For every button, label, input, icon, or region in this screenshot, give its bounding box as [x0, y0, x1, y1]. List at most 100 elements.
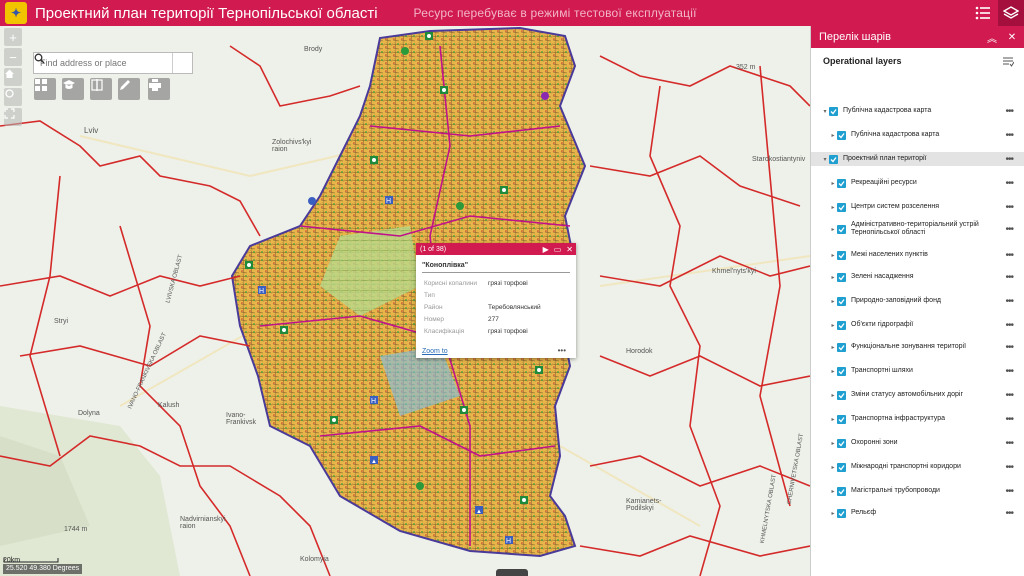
search-button[interactable] — [34, 53, 192, 73]
layer-row[interactable]: ▸ Міжнародні транспортні коридори ••• — [811, 460, 1024, 474]
layer-options-button[interactable]: ••• — [1005, 178, 1013, 189]
layer-row[interactable]: ▸ Природно-заповідний фонд ••• — [811, 294, 1024, 308]
layer-checkbox[interactable] — [829, 106, 838, 116]
caret-right-icon[interactable]: ▸ — [829, 488, 837, 495]
collapse-panel-button[interactable]: ︽ — [984, 26, 1000, 48]
layer-checkbox[interactable] — [837, 320, 846, 330]
layer-options-button[interactable]: ••• — [1005, 508, 1013, 519]
caret-right-icon[interactable]: ▸ — [829, 180, 837, 187]
layer-row[interactable]: ▸ Функціональне зонування території ••• — [811, 340, 1024, 354]
layer-options-button[interactable]: ••• — [1005, 296, 1013, 307]
layer-options-button[interactable]: ••• — [1005, 486, 1013, 497]
layer-row[interactable]: ▸ Зміни статусу автомобільних доріг ••• — [811, 388, 1024, 402]
search-input[interactable] — [34, 58, 172, 68]
locate-button[interactable] — [4, 88, 22, 106]
layer-row[interactable]: ▾ Проектний план території ••• — [811, 152, 1024, 166]
popup-more-button[interactable]: ••• — [558, 346, 566, 355]
caret-right-icon[interactable]: ▸ — [829, 204, 837, 211]
caret-right-icon[interactable]: ▸ — [829, 226, 837, 233]
filter-icon[interactable] — [1002, 56, 1014, 68]
layer-options-button[interactable]: ••• — [1005, 366, 1013, 377]
layer-checkbox[interactable] — [837, 342, 846, 352]
layer-row[interactable]: ▸ Адміністративно-територіальний устрій Т… — [811, 219, 1024, 239]
popup-attribute-row: Класифікація грязі торфові — [416, 325, 576, 337]
layer-checkbox[interactable] — [837, 462, 846, 472]
operational-layers-title: Operational layers — [823, 56, 902, 66]
layer-checkbox[interactable] — [837, 296, 846, 306]
layer-checkbox[interactable] — [837, 486, 846, 496]
caret-right-icon[interactable]: ▸ — [829, 132, 837, 139]
home-button[interactable] — [4, 68, 22, 86]
layer-row[interactable]: ▸ Магістральні трубопроводи ••• — [811, 484, 1024, 498]
print-button[interactable] — [148, 78, 170, 100]
layer-checkbox[interactable] — [837, 178, 846, 188]
caret-right-icon[interactable]: ▸ — [829, 510, 837, 517]
layer-checkbox[interactable] — [837, 250, 846, 260]
layer-row[interactable]: ▾ Публічна кадастрова карта ••• — [811, 104, 1024, 118]
layer-options-button[interactable]: ••• — [1005, 342, 1013, 353]
layer-list-button[interactable] — [970, 0, 996, 26]
layer-checkbox[interactable] — [837, 224, 846, 234]
next-feature-icon[interactable]: ▶ — [543, 245, 549, 254]
fullscreen-button[interactable] — [4, 108, 22, 126]
layer-checkbox[interactable] — [837, 130, 846, 140]
zoom-out-button[interactable]: − — [4, 48, 22, 66]
layer-checkbox[interactable] — [837, 508, 846, 518]
caret-right-icon[interactable]: ▸ — [829, 298, 837, 305]
swipe-button[interactable] — [90, 78, 112, 100]
svg-text:H: H — [506, 538, 511, 545]
layer-options-button[interactable]: ••• — [1005, 250, 1013, 261]
layer-row[interactable]: ▸ Межі населених пунктів ••• — [811, 248, 1024, 262]
draw-button[interactable] — [118, 78, 140, 100]
layer-row[interactable]: ▸ Зелені насадження ••• — [811, 270, 1024, 284]
layer-options-button[interactable]: ••• — [1005, 106, 1013, 117]
layer-checkbox[interactable] — [837, 414, 846, 424]
map-view[interactable]: H H H H ▲ ▲ Brody Lviv Zolochivs'kyi rai… — [0, 26, 810, 576]
layer-options-button[interactable]: ••• — [1005, 320, 1013, 331]
layer-options-button[interactable]: ••• — [1005, 414, 1013, 425]
layer-checkbox[interactable] — [837, 272, 846, 282]
layer-row[interactable]: ▸ Охоронні зони ••• — [811, 436, 1024, 450]
caret-right-icon[interactable]: ▸ — [829, 344, 837, 351]
layer-checkbox[interactable] — [837, 202, 846, 212]
caret-right-icon[interactable]: ▸ — [829, 464, 837, 471]
layer-options-button[interactable]: ••• — [1005, 202, 1013, 213]
zoom-in-button[interactable]: + — [4, 28, 22, 46]
about-button[interactable] — [62, 78, 84, 100]
layers-button[interactable] — [998, 0, 1024, 26]
caret-right-icon[interactable]: ▸ — [829, 252, 837, 259]
layer-options-button[interactable]: ••• — [1005, 462, 1013, 473]
layer-row[interactable]: ▸ Транспортна інфраструктура ••• — [811, 412, 1024, 426]
layer-row[interactable]: ▸ Рельєф ••• — [811, 506, 1024, 520]
layer-checkbox[interactable] — [837, 366, 846, 376]
layer-row[interactable]: ▸ Центри систем розселення ••• — [811, 200, 1024, 214]
layer-options-button[interactable]: ••• — [1005, 130, 1013, 141]
caret-right-icon[interactable]: ▸ — [829, 322, 837, 329]
caret-right-icon[interactable]: ▸ — [829, 440, 837, 447]
attr-key: Тип — [424, 291, 435, 299]
close-panel-button[interactable]: ✕ — [1004, 26, 1020, 48]
attribute-table-handle[interactable] — [496, 569, 528, 576]
layer-row[interactable]: ▸ Об'єкти гідрографії ••• — [811, 318, 1024, 332]
caret-right-icon[interactable]: ▸ — [829, 274, 837, 281]
layer-row[interactable]: ▸ Рекреаційні ресурси ••• — [811, 176, 1024, 190]
layer-checkbox[interactable] — [837, 438, 846, 448]
close-icon[interactable]: ✕ — [566, 245, 573, 254]
caret-right-icon[interactable]: ▸ — [829, 392, 837, 399]
layer-row[interactable]: ▸ Транспортні шляхи ••• — [811, 364, 1024, 378]
layer-checkbox[interactable] — [837, 390, 846, 400]
caret-down-icon[interactable]: ▾ — [821, 156, 829, 163]
layer-options-button[interactable]: ••• — [1005, 224, 1013, 235]
layer-row[interactable]: ▸ Публічна кадастрова карта ••• — [811, 128, 1024, 142]
layer-options-button[interactable]: ••• — [1005, 390, 1013, 401]
caret-right-icon[interactable]: ▸ — [829, 368, 837, 375]
layer-options-button[interactable]: ••• — [1005, 154, 1013, 165]
zoom-to-link[interactable]: Zoom to — [422, 348, 448, 355]
layer-options-button[interactable]: ••• — [1005, 272, 1013, 283]
caret-down-icon[interactable]: ▾ — [821, 108, 829, 115]
maximize-icon[interactable]: ▭ — [554, 245, 562, 254]
caret-right-icon[interactable]: ▸ — [829, 416, 837, 423]
layer-options-button[interactable]: ••• — [1005, 438, 1013, 449]
layer-checkbox[interactable] — [829, 154, 838, 164]
basemap-gallery-button[interactable] — [34, 78, 56, 100]
